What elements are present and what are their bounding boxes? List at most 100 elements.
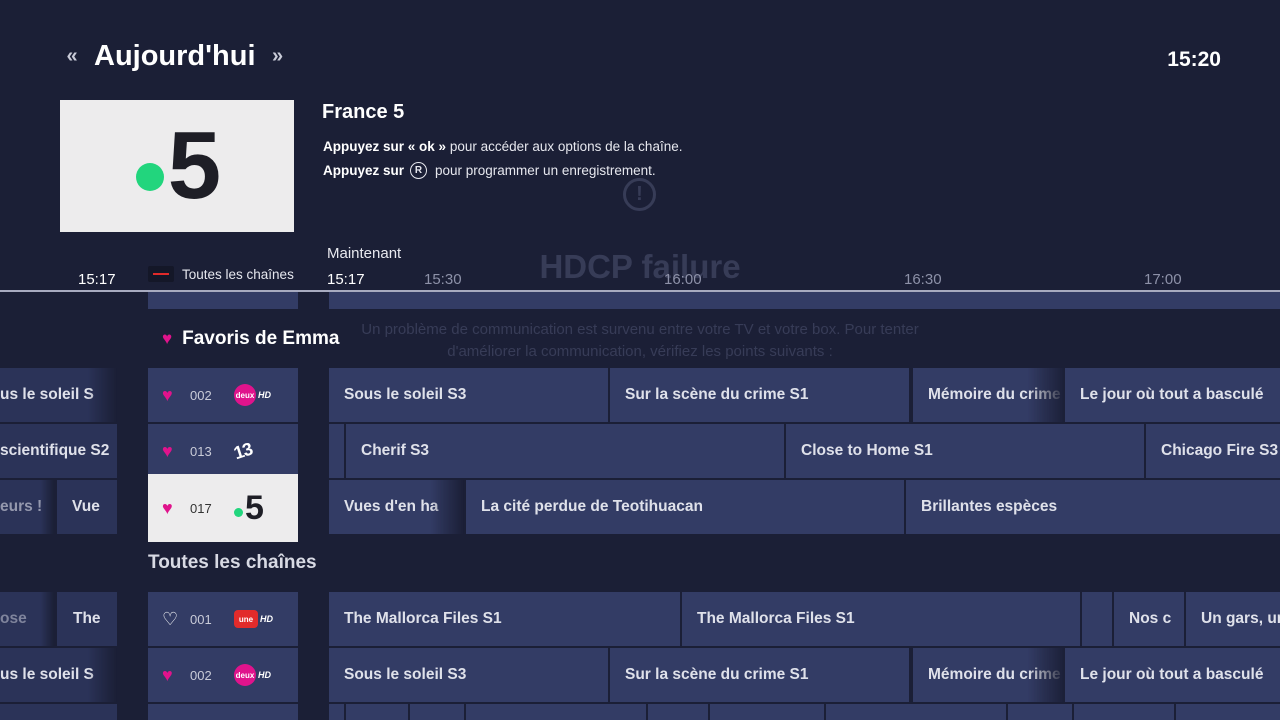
france5-logo: 5	[234, 491, 264, 525]
program-tile[interactable]: Sous le soleil S3	[329, 648, 608, 702]
channel-tile[interactable]: ♥ 013 13	[148, 424, 298, 478]
channel-number: 002	[190, 387, 212, 403]
hint-record: Appuyez sur R pour programmer un enregis…	[323, 162, 656, 179]
program-title: The Mallorca Files S1	[697, 610, 855, 627]
program-title: Sous le soleil S3	[344, 666, 467, 683]
program-tile[interactable]: Nos c	[1114, 592, 1184, 646]
program-tile[interactable]: Le jour où tout a basculé	[1065, 368, 1280, 422]
tick-1530: 15:30	[424, 271, 462, 288]
program-tile[interactable]	[410, 704, 464, 720]
program-title: Chicago Fire S3	[1161, 442, 1279, 459]
program-tile[interactable]: Mémoire du crime S	[913, 648, 1066, 702]
channel-number: 013	[190, 443, 212, 459]
logo-text: une	[234, 610, 258, 628]
double-chevron-left-icon[interactable]: «	[60, 46, 84, 66]
program-title: Mémoire du crime S	[928, 666, 1066, 683]
program-tile[interactable]: Sur la scène du crime S1	[610, 368, 909, 422]
france5-logo-number: 5	[167, 111, 221, 219]
program-title: eurs !	[0, 498, 43, 515]
program-tile[interactable]: Chicago Fire S3	[1146, 424, 1280, 478]
program-tile[interactable]: us le soleil S	[0, 648, 117, 702]
program-title: Mémoire du crime S	[928, 386, 1066, 403]
program-title: Close to Home S1	[801, 442, 933, 459]
hd-text: HD	[258, 670, 271, 680]
program-tile[interactable]: The	[57, 592, 117, 646]
program-tile[interactable]: Un gars, un	[1186, 592, 1280, 646]
partial-channel-tile[interactable]	[148, 292, 298, 309]
channel-tile[interactable]: ♥ 002 deux HD	[148, 368, 298, 422]
heart-icon[interactable]: ♥	[162, 385, 182, 406]
program-tile[interactable]: eurs !	[0, 480, 54, 534]
program-tile[interactable]: ose	[0, 592, 54, 646]
tick-1700: 17:00	[1144, 271, 1182, 288]
all-channels-title: Toutes les chaînes	[148, 552, 317, 573]
heart-icon[interactable]: ♥	[162, 498, 182, 519]
hint-record-bold: Appuyez sur	[323, 163, 405, 178]
heart-icon[interactable]: ♥	[162, 441, 182, 462]
program-tile[interactable]	[1074, 704, 1174, 720]
program-title: Sur la scène du crime S1	[625, 666, 809, 683]
program-tile[interactable]: Close to Home S1	[786, 424, 1144, 478]
logo-text: deux	[234, 664, 256, 686]
hint-ok-text: pour accéder aux options de la chaîne.	[449, 139, 683, 154]
heart-outline-icon[interactable]: ♡	[162, 609, 182, 630]
channel-filter[interactable]: Toutes les chaînes	[148, 266, 294, 282]
program-title: Le jour où tout a basculé	[1080, 386, 1264, 403]
channel-tile[interactable]: ♥ 002 deux HD	[148, 648, 298, 702]
program-tile[interactable]: us le soleil S	[0, 368, 117, 422]
program-tile[interactable]	[329, 704, 344, 720]
heart-icon[interactable]: ♥	[162, 665, 182, 686]
program-tile[interactable]	[466, 704, 646, 720]
program-tile[interactable]	[826, 704, 1006, 720]
day-title: Aujourd'hui	[94, 39, 256, 72]
program-tile[interactable]: Sous le soleil S3	[329, 368, 608, 422]
channel-number: 001	[190, 611, 212, 627]
channel-tile-selected[interactable]: ♥ 017 5	[148, 474, 298, 542]
france2-hd-logo: deux HD	[234, 384, 271, 406]
program-title: Vues d'en ha	[344, 498, 439, 515]
program-tile[interactable]: Vue	[57, 480, 117, 534]
program-title: Cherif S3	[361, 442, 430, 459]
program-title: The Mallorca Files S1	[344, 610, 502, 627]
double-chevron-right-icon[interactable]: »	[266, 46, 290, 66]
logo-text: 13	[231, 438, 255, 463]
program-tile[interactable]: Cherif S3	[346, 424, 784, 478]
program-title: scientifique S2	[0, 442, 110, 459]
hint-ok: Appuyez sur « ok » pour accéder aux opti…	[323, 139, 682, 154]
program-tile[interactable]	[710, 704, 824, 720]
program-tile[interactable]	[1176, 704, 1280, 720]
channel-tile[interactable]	[148, 704, 298, 720]
channel-number: 002	[190, 667, 212, 683]
channel-logo-large: 5	[60, 100, 294, 232]
program-tile[interactable]: The Mallorca Files S1	[682, 592, 1080, 646]
program-tile[interactable]	[648, 704, 708, 720]
program-title: ose	[0, 610, 27, 627]
program-title: Nos c	[1129, 610, 1172, 627]
hd-text: HD	[258, 390, 271, 400]
program-title: Vue	[72, 498, 100, 515]
channel-tile[interactable]: ♡ 001 une HD	[148, 592, 298, 646]
france5-logo: 5	[135, 111, 221, 219]
program-tile[interactable]: scientifique S2	[0, 424, 117, 478]
red-button-icon	[148, 266, 174, 282]
program-tile[interactable]: Mémoire du crime S	[913, 368, 1066, 422]
warning-icon: !	[623, 178, 656, 211]
program-tile[interactable]: Sur la scène du crime S1	[610, 648, 909, 702]
clock: 15:20	[1167, 48, 1221, 71]
program-tile[interactable]: The Mallorca Files S1	[329, 592, 680, 646]
program-title: Brillantes espèces	[921, 498, 1058, 515]
program-tile[interactable]: Le jour où tout a basculé	[1065, 648, 1280, 702]
program-title: Sous le soleil S3	[344, 386, 467, 403]
program-tile[interactable]: Vues d'en ha	[329, 480, 464, 534]
hd-text: HD	[260, 614, 273, 624]
program-tile[interactable]	[346, 704, 408, 720]
program-tile[interactable]	[329, 424, 344, 478]
program-title: Le jour où tout a basculé	[1080, 666, 1264, 683]
logo-text: 5	[245, 489, 264, 527]
program-tile[interactable]: La cité perdue de Teotihuacan	[466, 480, 904, 534]
partial-program-tile[interactable]	[329, 292, 1280, 309]
program-tile[interactable]	[1008, 704, 1072, 720]
program-tile[interactable]	[0, 704, 117, 720]
program-tile[interactable]: Brillantes espèces	[906, 480, 1280, 534]
program-tile[interactable]	[1082, 592, 1112, 646]
